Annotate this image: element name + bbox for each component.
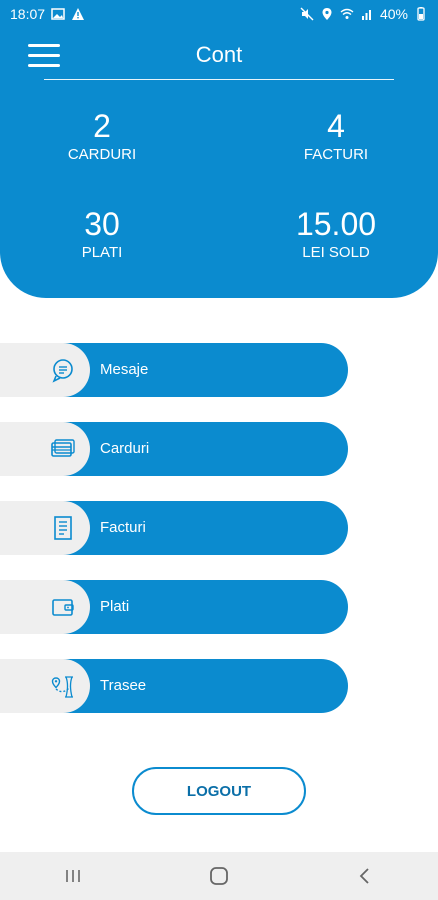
stat-cards: 2 CARDURI — [56, 108, 148, 163]
menu-item-bills[interactable]: Facturi — [0, 501, 348, 555]
battery-percent: 40% — [379, 6, 408, 22]
page-title: Cont — [195, 42, 243, 67]
wallet-icon — [52, 599, 74, 616]
header-divider — [44, 79, 394, 80]
stat-cards-value: 2 — [93, 108, 111, 144]
route-map-icon — [51, 676, 73, 698]
stat-bills-label: FACTURI — [303, 146, 369, 163]
stat-balance-label: LEI SOLD — [302, 244, 370, 261]
nav-back-button[interactable] — [335, 856, 395, 896]
menu-item-label: Trasee — [100, 677, 147, 694]
nav-recent-apps-button[interactable] — [43, 856, 103, 896]
back-chevron-icon — [359, 868, 369, 884]
menu-item-label: Facturi — [100, 519, 146, 536]
menu-item-label: Mesaje — [100, 361, 149, 378]
stat-bills-value: 4 — [327, 108, 345, 144]
menu-item-cards[interactable]: Carduri — [0, 422, 348, 476]
location-icon — [322, 8, 332, 20]
stat-payments-value: 30 — [84, 206, 120, 242]
stat-bills: 4 FACTURI — [290, 108, 382, 163]
menu-item-payments[interactable]: Plati — [0, 580, 348, 634]
menu-item-label: Plati — [100, 598, 130, 615]
home-icon — [210, 867, 228, 885]
image-notification-icon — [51, 8, 65, 20]
credit-card-icon — [51, 439, 75, 457]
menu-item-messages[interactable]: Mesaje — [0, 343, 348, 397]
status-bar: 18:07 40% — [0, 0, 438, 28]
warning-notification-icon — [72, 8, 85, 20]
recent-apps-icon — [66, 870, 80, 882]
stat-balance-value: 15.00 — [295, 206, 377, 242]
invoice-icon — [54, 516, 72, 540]
menu-icon-container — [0, 343, 90, 397]
account-header: Cont 2 CARDURI 4 FACTURI 30 PLATI 15.00 … — [0, 28, 438, 298]
wifi-icon — [340, 8, 354, 19]
battery-icon — [417, 7, 425, 21]
mute-icon — [300, 7, 314, 21]
chat-bubble-icon — [52, 359, 73, 383]
menu-icon-container — [0, 501, 90, 555]
stat-cards-label: CARDURI — [67, 146, 137, 163]
signal-icon — [361, 10, 371, 20]
nav-home-button[interactable] — [189, 856, 249, 896]
menu-item-label: Carduri — [100, 440, 150, 457]
stat-balance: 15.00 LEI SOLD — [276, 206, 396, 261]
stat-payments-label: PLATI — [81, 244, 123, 261]
status-time: 18:07 — [10, 6, 46, 22]
menu-icon-container — [0, 422, 90, 476]
stat-payments: 30 PLATI — [56, 206, 148, 261]
menu-icon-container — [0, 659, 90, 713]
menu-item-routes[interactable]: Trasee — [0, 659, 348, 713]
system-navigation-bar — [0, 852, 438, 900]
logout-button[interactable]: LOGOUT — [132, 767, 306, 815]
app-screen: 18:07 40% Cont 2 CARDURI 4 FACTURI 30 PL… — [0, 0, 438, 900]
menu-icon-container — [0, 580, 90, 634]
